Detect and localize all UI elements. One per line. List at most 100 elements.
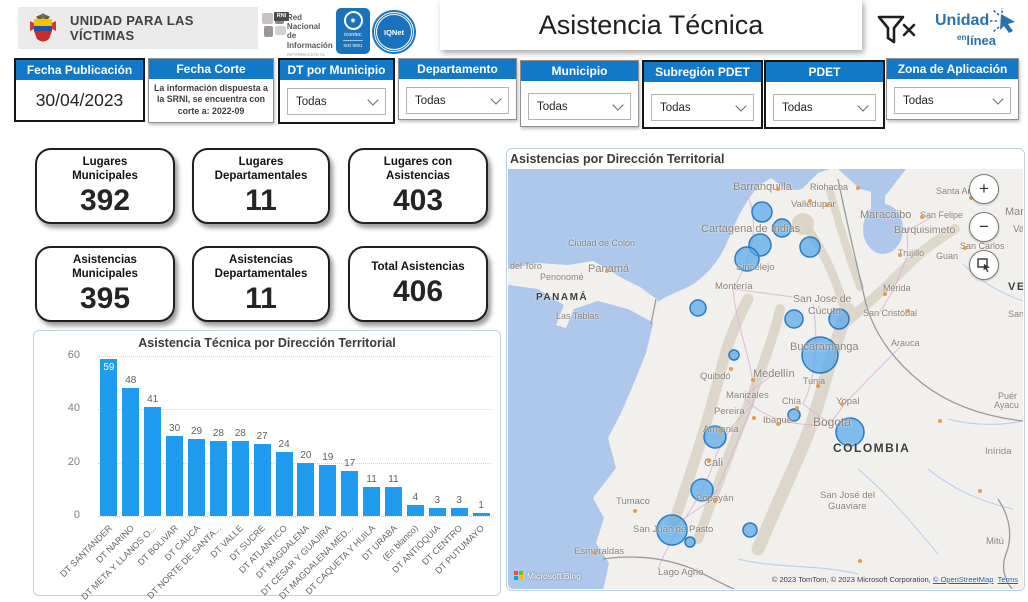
filter-dropdown[interactable]: Todas (773, 94, 876, 121)
bar-dt-norte-de-santa-[interactable] (210, 441, 227, 516)
bar-dt-magdalena[interactable] (297, 463, 314, 516)
filter-dropdown[interactable]: Todas (528, 93, 631, 120)
kpi-card: Asistencias Municipales395 (35, 246, 175, 322)
filter-dropdown[interactable]: Todas (894, 87, 1011, 114)
bar-dt-cauca[interactable] (188, 439, 205, 516)
map-city-dot (707, 459, 711, 463)
map-bubble[interactable] (785, 310, 803, 328)
filter-header: Departamento (399, 59, 516, 79)
bar-value-label: 17 (338, 458, 362, 469)
map-city-label: Bucaramanga (790, 341, 859, 353)
bar-value-label: 29 (185, 426, 209, 437)
bar-dt-narino[interactable] (122, 388, 139, 516)
clear-filters-icon[interactable] (876, 13, 918, 47)
bar-dt-antioquia[interactable] (429, 508, 446, 516)
bar-value-label: 28 (228, 428, 252, 439)
map-city-dot (898, 253, 902, 257)
map-city-label: Guan (936, 251, 958, 261)
filter-dropdown[interactable]: Todas (406, 87, 509, 114)
map-city-label: San Jose de (793, 293, 851, 305)
map-city-label: Esmeraldas (574, 546, 624, 557)
map-bubble[interactable] (729, 350, 739, 360)
kpi-value: 392 (80, 185, 130, 217)
zoom-out-button[interactable]: − (969, 212, 999, 242)
map-city-label: Barranquilla (733, 181, 792, 193)
map-city-label: COLOMBIA (833, 441, 910, 455)
map-city-label: Ayacu (994, 400, 1019, 410)
map-bubble[interactable] (743, 523, 757, 537)
bar-value-label: 3 (425, 495, 449, 506)
brand-title: UNIDAD PARA LAS VÍCTIMAS (70, 13, 258, 43)
map-city-label: Manizales (726, 390, 769, 401)
openstreetmap-link[interactable]: © OpenStreetMap (933, 575, 994, 584)
dropdown-selected-value: Todas (660, 102, 691, 114)
zoom-in-button[interactable]: + (969, 174, 999, 204)
map-city-label: San José del (820, 490, 875, 501)
map-bubble[interactable] (690, 300, 706, 316)
map-city-label: Cúcuta (808, 305, 841, 317)
bar-value-label: 48 (119, 375, 143, 386)
map-city-dot (729, 367, 733, 371)
pan-select-button[interactable] (969, 250, 999, 280)
bar-dt-centro[interactable] (451, 508, 468, 516)
chevron-down-icon (367, 94, 378, 105)
bar-dt-valle[interactable] (232, 441, 249, 516)
map-city-label: San Juan de Pasto (633, 524, 713, 535)
map-bubble[interactable] (800, 237, 820, 257)
chevron-down-icon (490, 93, 501, 104)
chevron-down-icon (735, 100, 746, 111)
map-city-label: San Fe (1008, 309, 1023, 319)
bar-dt-meta-y-llanos-o-[interactable] (144, 407, 161, 516)
map-city-label: Riohacha (810, 182, 848, 192)
filter-dropdown[interactable]: Todas (287, 88, 386, 115)
filter-fecha-corte: Fecha CorteLa información dispuesta a la… (148, 58, 274, 123)
bar-value-label: 41 (141, 394, 165, 405)
map-city-dot (751, 378, 755, 382)
kpi-value: 11 (245, 185, 277, 217)
bar-dt-magdalena-med-[interactable] (341, 471, 358, 516)
bar--en-blanco-[interactable] (407, 505, 424, 516)
dashboard: UNIDAD PARA LAS VÍCTIMAS RNI Red Naciona… (0, 0, 1028, 602)
map-city-dot (776, 187, 780, 191)
icontec-emblem-icon: ◉ (344, 11, 363, 30)
kpi-card: Lugares Municipales392 (35, 148, 175, 224)
unidad-en-linea-logo: Unidad enlínea (935, 8, 1023, 52)
map-city-label: Mitú (986, 536, 1004, 547)
kpi-label: Asistencias Municipales (72, 254, 138, 282)
map-city-label: Chía (782, 396, 801, 406)
bar-dt-caqueta-y-huila[interactable] (363, 487, 380, 516)
bar-chart: Asistencia Técnica por Dirección Territo… (33, 330, 501, 596)
filter-header: Fecha Publicación (16, 60, 143, 80)
bar-dt-cesar-y-guajira[interactable] (319, 465, 336, 516)
map-city-label: Quibdó (700, 371, 731, 382)
map-city-label: Bogotá (813, 415, 851, 429)
bar-dt-sucre[interactable] (254, 444, 271, 516)
chevron-down-icon (857, 100, 868, 111)
map-canvas[interactable]: BarranquillaRiohachaSanta Ana de CValled… (508, 169, 1023, 589)
map-bubble[interactable] (752, 202, 772, 222)
bar-dt-santander[interactable] (100, 359, 117, 516)
kpi-label: Lugares Municipales (72, 156, 138, 184)
bar-dt-bolivar[interactable] (166, 436, 183, 516)
filter-dt-por-municipio: DT por Municipio Todas (278, 58, 395, 124)
terms-link[interactable]: Terms (998, 575, 1018, 584)
map-city-label: Penonomé (540, 272, 584, 282)
gridline (98, 356, 492, 357)
map-city-label: Val (1013, 224, 1023, 235)
map-city-label: Inírida (985, 446, 1011, 457)
bar-dt-atlantico[interactable] (276, 452, 293, 516)
map-city-dot (605, 269, 609, 273)
filter-header: Fecha Corte (149, 59, 273, 79)
filter-date-value: 30/04/2023 (16, 90, 143, 111)
dropdown-selected-value: Todas (782, 102, 813, 114)
bar-dt-uraba[interactable] (385, 487, 402, 516)
chart-title: Asistencia Técnica por Dirección Territo… (34, 336, 500, 350)
filter-header: DT por Municipio (280, 60, 393, 80)
filter-header: Municipio (521, 61, 638, 81)
bar-value-label: 4 (403, 492, 427, 503)
filter-dropdown[interactable]: Todas (651, 94, 754, 121)
map-bubble[interactable] (685, 537, 695, 547)
cursor-star-icon (989, 8, 1019, 34)
map-city-label: Yopal (836, 396, 859, 407)
bar-value-label: 20 (294, 450, 318, 461)
